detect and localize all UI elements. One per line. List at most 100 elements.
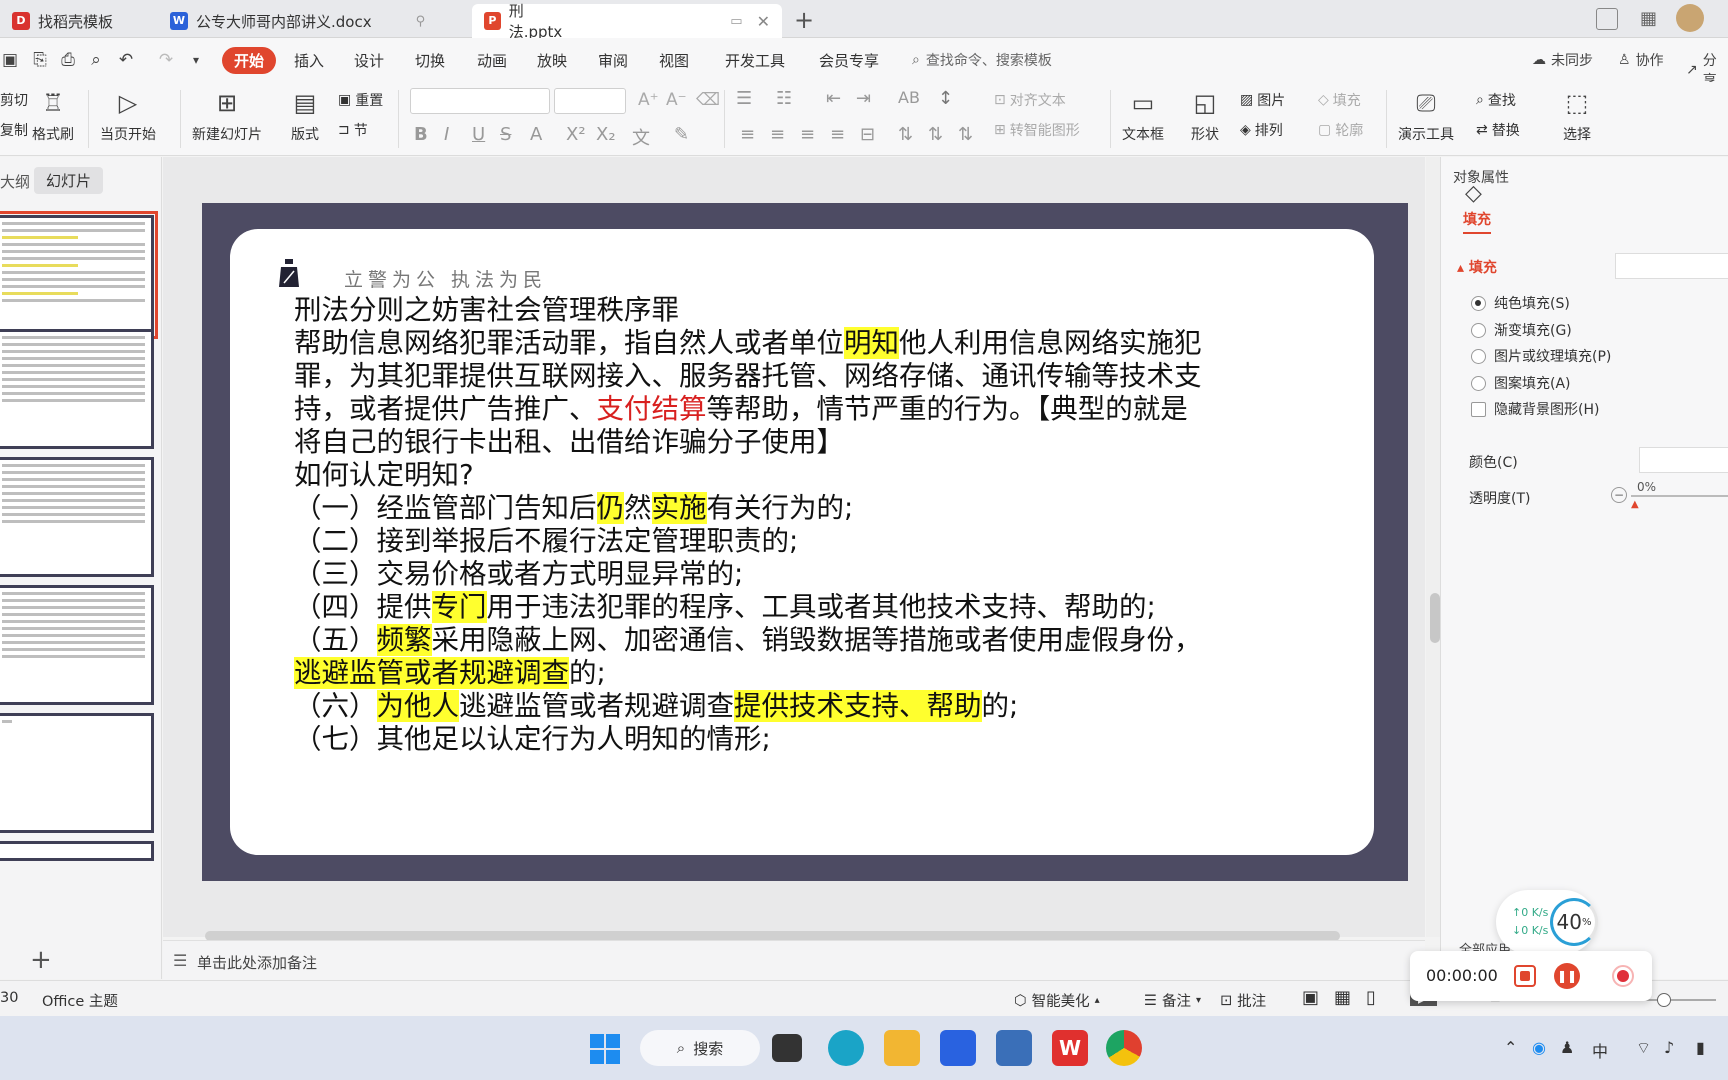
- layout-icon[interactable]: [1596, 8, 1618, 30]
- notes-bar[interactable]: ☰ 单击此处添加备注: [163, 940, 1425, 980]
- file-explorer-icon[interactable]: [884, 1030, 920, 1066]
- smart-art-button[interactable]: ⊞ 转智能图形: [994, 120, 1080, 140]
- para-spacing-icon-2[interactable]: ⇅: [928, 124, 943, 145]
- font-family-select[interactable]: [410, 88, 550, 114]
- chevron-down-icon[interactable]: ▾: [186, 50, 206, 70]
- close-icon[interactable]: ✕: [757, 12, 770, 31]
- theme-name[interactable]: Office 主题: [42, 990, 118, 1011]
- add-slide-icon[interactable]: +: [30, 945, 52, 975]
- tab-outline[interactable]: 大纲: [0, 171, 30, 192]
- outline-button[interactable]: ▢ 轮廓: [1318, 120, 1363, 140]
- tab-daoke[interactable]: D 找稻壳模板: [0, 4, 150, 38]
- sorter-view-icon[interactable]: ▦: [1334, 987, 1351, 1008]
- cut-button[interactable]: 剪切: [0, 90, 28, 110]
- fill-button[interactable]: ◇ 填充: [1318, 90, 1361, 110]
- menu-review[interactable]: 审阅: [598, 50, 628, 71]
- minus-icon[interactable]: −: [1611, 487, 1627, 503]
- radio-solid-fill[interactable]: 纯色填充(S): [1471, 293, 1570, 313]
- picture-button[interactable]: ▨ 图片: [1240, 90, 1285, 110]
- task-view-icon[interactable]: [772, 1034, 802, 1062]
- radio-gradient-fill[interactable]: 渐变填充(G): [1471, 320, 1572, 340]
- replace-button[interactable]: ⇄ 替换: [1476, 120, 1520, 140]
- copy-button[interactable]: 复制: [0, 120, 28, 140]
- arrange-button[interactable]: ◈ 排列: [1240, 120, 1283, 140]
- section-button[interactable]: ⊐ 节: [338, 120, 368, 140]
- indent-decrease-icon[interactable]: ⇤: [826, 88, 841, 109]
- text-direction-icon[interactable]: AB: [898, 88, 920, 107]
- para-spacing-icon-3[interactable]: ⇅: [958, 124, 973, 145]
- menu-design[interactable]: 设计: [354, 50, 384, 71]
- highlight-icon[interactable]: ✎: [674, 124, 689, 145]
- justify-icon[interactable]: ≡: [830, 124, 845, 145]
- fill-section-header[interactable]: ▴ 填充: [1457, 257, 1497, 277]
- find-button[interactable]: ⌕ 查找: [1476, 90, 1516, 110]
- new-tab-plus-icon[interactable]: +: [794, 6, 814, 34]
- pause-record-button[interactable]: ❚❚: [1554, 963, 1580, 989]
- fill-bucket-icon[interactable]: ◇: [1465, 181, 1482, 206]
- notes-toggle[interactable]: ☰ 备注 ▾: [1144, 990, 1201, 1011]
- menu-home[interactable]: 开始: [222, 47, 277, 74]
- reset-button[interactable]: ▣ 重置: [338, 90, 383, 110]
- tray-app-icon[interactable]: ◉: [1532, 1038, 1546, 1057]
- current-slide[interactable]: 立警为公 执法为民 刑法分则之妨害社会管理秩序罪 帮助信息网络犯罪活动罪，指自然…: [202, 203, 1408, 881]
- from-current-button[interactable]: ▷ 当页开始: [100, 86, 156, 144]
- wps-office-icon[interactable]: W: [1052, 1030, 1088, 1066]
- align-center-icon[interactable]: ≡: [770, 124, 785, 145]
- undo-icon[interactable]: ↶: [116, 50, 136, 70]
- font-size-select[interactable]: [554, 88, 626, 114]
- slider-handle-icon[interactable]: ▲: [1631, 499, 1639, 510]
- ime-indicator[interactable]: 中: [1592, 1038, 1608, 1062]
- new-slide-button[interactable]: ⊞ 新建幻灯片: [192, 86, 262, 144]
- beautify-button[interactable]: ⬡ 智能美化 ▴: [1014, 990, 1100, 1011]
- phonetic-icon[interactable]: 文: [632, 124, 650, 150]
- eraser-icon[interactable]: ⌫: [696, 90, 720, 110]
- menu-insert[interactable]: 插入: [294, 50, 324, 71]
- tab-fill[interactable]: 填充: [1463, 209, 1491, 234]
- menu-developer[interactable]: 开发工具: [725, 50, 785, 71]
- sync-status[interactable]: ☁ 未同步: [1532, 50, 1593, 70]
- print-icon[interactable]: ⎙: [58, 50, 78, 70]
- italic-icon[interactable]: I: [444, 124, 449, 145]
- numbering-icon[interactable]: ☷: [776, 88, 792, 109]
- preview-icon[interactable]: ⌕: [86, 50, 106, 70]
- qq-icon[interactable]: ♟: [1560, 1038, 1574, 1057]
- slide-thumbnail[interactable]: [0, 713, 154, 833]
- grid-icon[interactable]: ▦: [1640, 8, 1657, 29]
- menu-member[interactable]: 会员专享: [819, 50, 879, 71]
- slide-thumbnail[interactable]: [0, 329, 154, 449]
- slide-thumbnail[interactable]: [0, 585, 154, 705]
- stop-record-button[interactable]: [1514, 965, 1536, 987]
- distributed-icon[interactable]: ⊟: [860, 124, 875, 145]
- strikethrough-icon[interactable]: S: [500, 124, 511, 145]
- align-text-button[interactable]: ⊡ 对齐文本: [994, 90, 1066, 110]
- subscript-icon[interactable]: X₂: [596, 124, 616, 145]
- pin-icon[interactable]: ▭: [730, 14, 742, 29]
- lark-app-icon[interactable]: [940, 1030, 976, 1066]
- menu-animation[interactable]: 动画: [477, 50, 507, 71]
- bullets-icon[interactable]: ☰: [736, 88, 752, 109]
- format-painter-button[interactable]: ♖ 格式刷: [32, 86, 74, 144]
- taskbar-search[interactable]: ⌕ 搜索: [640, 1030, 760, 1066]
- slide-thumbnail[interactable]: [0, 457, 154, 577]
- indent-increase-icon[interactable]: ⇥: [856, 88, 871, 109]
- radio-picture-fill[interactable]: 图片或纹理填充(P): [1471, 346, 1611, 366]
- textbox-button[interactable]: ▭ 文本框: [1122, 86, 1164, 144]
- menu-view[interactable]: 视图: [659, 50, 689, 71]
- bold-icon[interactable]: B: [414, 124, 428, 145]
- font-grow-icon[interactable]: A⁺: [638, 90, 659, 110]
- select-button[interactable]: ⬚ 选择: [1560, 86, 1594, 144]
- collaborate-button[interactable]: ♙ 协作: [1618, 50, 1664, 70]
- line-spacing-icon[interactable]: ↕: [938, 88, 953, 109]
- battery-icon[interactable]: ▮: [1696, 1038, 1705, 1057]
- pin-icon[interactable]: ⚲: [416, 14, 426, 29]
- save-icon[interactable]: ▣: [0, 50, 20, 70]
- font-color-icon[interactable]: A: [530, 124, 542, 145]
- slide-thumbnail[interactable]: [0, 211, 158, 339]
- shape-button[interactable]: ◱ 形状: [1188, 86, 1222, 144]
- avatar[interactable]: [1676, 4, 1704, 32]
- radio-pattern-fill[interactable]: 图案填充(A): [1471, 373, 1571, 393]
- chevron-up-icon[interactable]: ⌃: [1504, 1038, 1517, 1057]
- mail-icon[interactable]: [996, 1030, 1032, 1066]
- superscript-icon[interactable]: X²: [566, 124, 586, 145]
- layout-button[interactable]: ▤ 版式: [288, 86, 322, 144]
